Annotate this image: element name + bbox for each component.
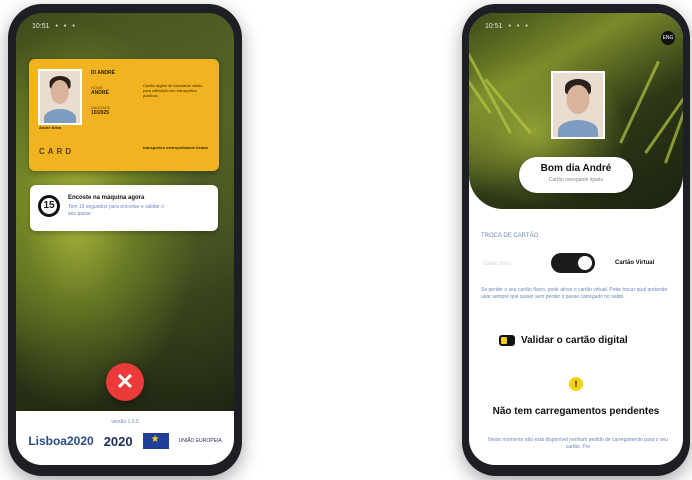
language-button[interactable]: ENG [661,31,675,45]
portugal2020-logo: 2020 [103,433,133,449]
greeting-text: Bom dia André [540,163,612,174]
app-version: versão 1.0.5 [111,419,139,425]
card-field1-value: ANDRÉ [91,90,109,96]
left-phone-frame: 10:51 • • • ID ANDRÉ NOME ANDRÉ VALIDADE… [8,4,242,476]
status-bar: 10:51 • • • [469,19,683,33]
sponsor-logos: Lisboa2020 2020 UNIÃO EUROPEIA [16,433,234,449]
card-holder-name: André Silva [39,125,62,130]
toggle-left-label: Cartão físico [483,261,512,267]
profile-avatar [551,71,605,139]
countdown-badge: 15 [38,195,60,217]
status-icons: • • • [508,22,530,30]
card-swap-info: Se perder o seu cartão físico, pode ativ… [481,287,668,300]
card-side-text: Cartão digital de estudante válido para … [143,83,203,98]
eu-flag-icon [142,433,169,449]
pending-title: Não tem carregamentos pendentes [492,406,660,417]
warning-icon: ! [569,377,583,391]
card-brand-logo: CARD [39,147,75,156]
sponsor-footer: versão 1.0.5 Lisboa2020 2020 UNIÃO EUROP… [16,411,234,465]
section-label: TROCA DE CARTÃO [481,233,539,239]
validate-digital-card-button[interactable]: Validar o cartão digital [499,335,628,346]
notification-body: Tem 15 segundos para encostar e validar … [68,204,164,217]
pending-body: Neste momento não está disponível nenhum… [488,437,668,450]
card-field2-value: 10/2025 [91,110,110,116]
profile-hero: 10:51 • • • ENG Bom dia André Cartão nav… [469,13,683,209]
card-type-toggle[interactable] [551,253,595,273]
lisboa2020-logo: Lisboa2020 [28,434,94,448]
right-phone-frame: 10:51 • • • ENG Bom dia André Cartão nav… [462,4,690,476]
card-icon [499,335,515,346]
right-phone-screen: 10:51 • • • ENG Bom dia André Cartão nav… [469,13,683,465]
status-bar: 10:51 • • • [16,19,234,33]
status-icons: • • • [55,22,77,30]
notification-title: Encoste na máquina agora [68,195,145,201]
card-photo [38,69,82,125]
card-bottom-text: transportes metropolitanos lisboa [143,145,208,150]
toggle-right-label: Cartão Virtual [615,260,655,266]
tap-notification: 15 Encoste na máquina agora Tem 15 segun… [30,185,218,231]
card-header: ID ANDRÉ [91,70,115,76]
validate-label: Validar o cartão digital [521,335,628,346]
left-phone-screen: 10:51 • • • ID ANDRÉ NOME ANDRÉ VALIDADE… [16,13,234,465]
toggle-knob [578,256,592,270]
status-time: 10:51 [485,22,503,30]
status-time: 10:51 [32,22,50,30]
digital-id-card[interactable]: ID ANDRÉ NOME ANDRÉ VALIDADE 10/2025 Car… [29,59,219,171]
close-button[interactable]: ✕ [106,363,144,401]
card-status-text: Cartão navegante ligado [548,177,604,183]
eu-logo-text: UNIÃO EUROPEIA [178,438,222,444]
greeting-pill: Bom dia André Cartão navegante ligado [519,157,633,193]
